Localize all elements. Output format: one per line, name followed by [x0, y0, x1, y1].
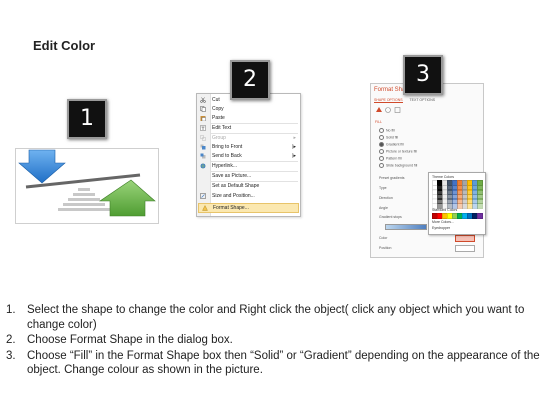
size-properties-icon — [394, 107, 401, 113]
menu-item-label: Bring to Front — [212, 144, 243, 150]
option-picture-fill[interactable]: Picture or texture fill — [379, 149, 417, 154]
instructions-list: 1. Select the shape to change the color a… — [6, 303, 554, 379]
more-colors-option[interactable]: More Colors... — [432, 220, 454, 224]
option-no-fill[interactable]: No fill — [379, 128, 395, 133]
radio-icon — [379, 135, 384, 140]
instruction-number: 2. — [6, 334, 16, 346]
menu-item-paste[interactable]: Paste — [197, 114, 300, 122]
field-gradient-stops: Gradient stops — [379, 215, 402, 219]
effects-icon — [385, 107, 391, 113]
radio-icon — [379, 156, 384, 161]
menu-item-label: Copy — [212, 106, 224, 112]
menu-item-label: Set as Default Shape — [212, 183, 260, 189]
fill-bucket-icon — [376, 107, 382, 112]
menu-item-format-shape[interactable]: Format Shape... — [198, 203, 299, 213]
menu-item-label: Format Shape... — [213, 205, 249, 211]
text-icon — [200, 125, 206, 131]
send-back-icon — [200, 153, 206, 159]
radio-icon — [379, 163, 384, 168]
menu-item-set-default-shape[interactable]: Set as Default Shape — [197, 182, 300, 190]
option-pattern-fill[interactable]: Pattern fill — [379, 156, 402, 161]
format-shape-icon — [202, 205, 208, 211]
menu-item-label: Paste — [212, 115, 225, 121]
scissors-icon — [200, 97, 206, 103]
step-badge-1: 1 — [67, 99, 107, 139]
option-label: No fill — [386, 128, 395, 133]
step-badge-3: 3 — [403, 55, 443, 95]
step-badge-2: 2 — [230, 60, 270, 100]
context-menu: Cut Copy Paste Edit Text Group ▸ Bring t… — [196, 93, 301, 217]
option-label: Slide background fill — [386, 163, 418, 168]
down-arrow-shape — [18, 149, 66, 184]
instruction-number: 1. — [6, 304, 16, 316]
menu-item-group[interactable]: Group ▸ — [197, 134, 300, 142]
menu-item-label: Send to Back — [212, 153, 242, 159]
group-icon — [200, 135, 206, 141]
menu-item-label: Group — [212, 135, 226, 141]
theme-colors-label: Theme Colors — [432, 175, 454, 179]
submenu-arrow-icon: |▸ — [292, 144, 296, 150]
menu-item-save-as-picture[interactable]: Save as Picture... — [197, 172, 300, 180]
instruction-item: 1. Select the shape to change the color a… — [6, 303, 554, 332]
field-angle: Angle — [379, 206, 388, 210]
field-position: Position — [379, 246, 392, 250]
pane-category-icons — [376, 107, 401, 113]
field-color: Color — [379, 236, 388, 240]
menu-item-edit-text[interactable]: Edit Text — [197, 124, 300, 132]
copy-icon — [200, 106, 206, 112]
tab-shape-options[interactable]: SHAPE OPTIONS — [374, 98, 403, 103]
submenu-arrow-icon: |▸ — [292, 153, 296, 159]
menu-item-hyperlink[interactable]: Hyperlink... — [197, 162, 300, 170]
radio-selected-icon — [379, 142, 384, 147]
hyperlink-icon — [200, 163, 206, 169]
bring-front-icon — [200, 144, 206, 150]
color-dropdown-button[interactable] — [455, 235, 475, 242]
menu-item-label: Hyperlink... — [212, 163, 238, 169]
tab-text-options[interactable]: TEXT OPTIONS — [410, 98, 436, 102]
radio-icon — [379, 128, 384, 133]
standard-colors-label: Standard Colors — [432, 208, 458, 212]
size-icon — [200, 193, 206, 199]
seesaw-graphic — [18, 149, 156, 217]
shape-illustration[interactable] — [15, 148, 159, 224]
radio-icon — [379, 149, 384, 154]
instruction-item: 2. Choose Format Shape in the dialog box. — [6, 333, 554, 348]
fill-section-header[interactable]: FILL — [375, 120, 382, 124]
instruction-text: Select the shape to change the color and… — [27, 304, 525, 331]
option-solid-fill[interactable]: Solid fill — [379, 135, 398, 140]
option-label: Gradient fill — [386, 142, 404, 147]
menu-item-label: Size and Position... — [212, 193, 255, 199]
menu-item-size-and-position[interactable]: Size and Position... — [197, 192, 300, 200]
instruction-item: 3. Choose “Fill” in the Format Shape box … — [6, 349, 554, 378]
option-label: Pattern fill — [386, 156, 402, 161]
submenu-arrow-icon: ▸ — [293, 135, 296, 141]
gradient-stops-slider[interactable] — [385, 224, 427, 230]
field-type: Type — [379, 186, 387, 190]
option-gradient-fill[interactable]: Gradient fill — [379, 142, 404, 147]
pane-tabs: SHAPE OPTIONS TEXT OPTIONS — [374, 98, 441, 103]
menu-item-copy[interactable]: Copy — [197, 105, 300, 113]
color-swatch[interactable] — [477, 202, 483, 209]
color-picker-popup: Theme Colors Standard Colors More Colors… — [428, 172, 486, 235]
paste-icon — [200, 116, 206, 121]
menu-item-label: Cut — [212, 97, 220, 103]
standard-color-swatch[interactable] — [477, 213, 483, 219]
menu-item-bring-to-front[interactable]: Bring to Front |▸ — [197, 143, 300, 151]
menu-item-label: Edit Text — [212, 125, 232, 131]
menu-item-label: Save as Picture... — [212, 173, 252, 179]
option-slide-background-fill[interactable]: Slide background fill — [379, 163, 417, 168]
eyedropper-option[interactable]: Eyedropper — [432, 226, 450, 230]
page-title: Edit Color — [33, 38, 96, 53]
option-label: Picture or texture fill — [386, 149, 417, 154]
field-direction: Direction — [379, 196, 393, 200]
option-label: Solid fill — [386, 135, 399, 140]
instruction-text: Choose “Fill” in the Format Shape box th… — [27, 349, 540, 377]
instruction-number: 3. — [6, 349, 16, 362]
field-preset-gradients: Preset gradients — [379, 176, 405, 180]
instruction-text: Choose Format Shape in the dialog box. — [27, 334, 233, 346]
menu-item-send-to-back[interactable]: Send to Back |▸ — [197, 152, 300, 160]
position-input[interactable] — [455, 245, 475, 252]
